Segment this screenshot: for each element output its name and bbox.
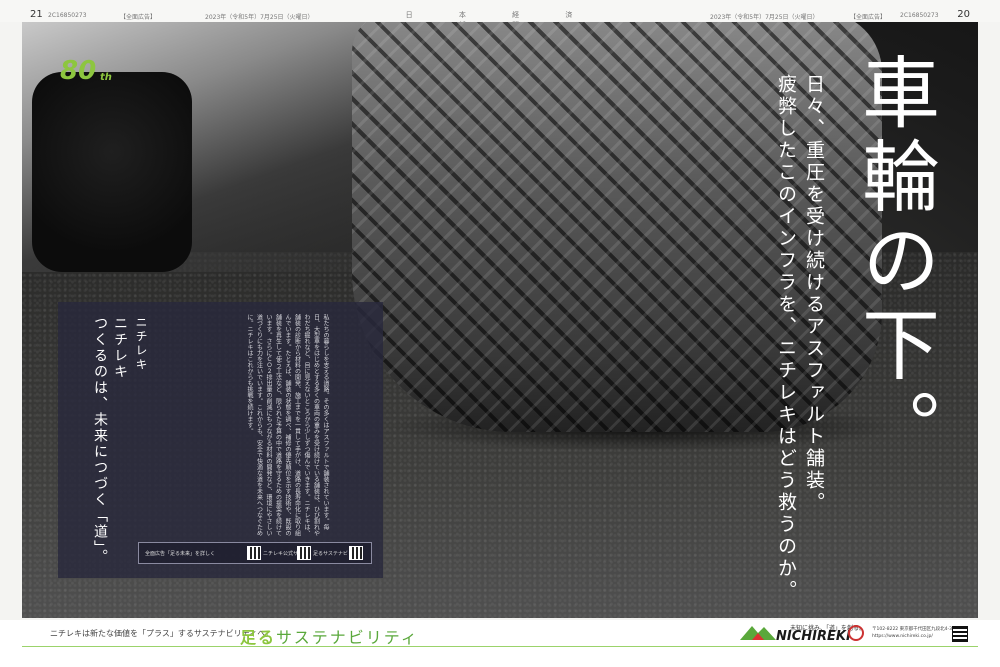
anniversary-number: 80 [60, 56, 97, 86]
company-address: 〒102-8222 東京都千代田区九段北4-3-29 https://www.n… [872, 626, 959, 640]
sustainability-brand: 足るサステナビリティ [240, 624, 419, 648]
body-copy: 私たちの暮らしを支える道路。その多くはアスファルトで舗装されています。毎日、大型… [246, 314, 329, 536]
anniversary-logo: 80 th [60, 56, 118, 90]
code-left: 2C16850273 [48, 12, 87, 19]
qr-code-icon[interactable] [247, 546, 261, 560]
nichireki-logo-icon [740, 626, 776, 640]
anniversary-suffix: th [100, 72, 112, 83]
certification-badge-icon [848, 625, 864, 641]
qr-code-icon[interactable] [297, 546, 311, 560]
page-number-right: 20 [957, 9, 970, 20]
rear-wheel [32, 72, 192, 272]
lead-line-2: 疲弊したこのインフラを、ニチレキはどう救うのか。 [775, 74, 797, 602]
headline: 車輪の下。 [849, 52, 939, 472]
date-right: 2023年（令和5年）7月25日（火曜日） [710, 14, 819, 21]
info-strip: 全面広告「足る未来」を詳しく ニチレキ公式サイト 足るサステナビリティ [138, 542, 372, 564]
info-label: 全面広告「足る未来」を詳しく [145, 551, 216, 557]
logo-text: NICHIREKI [776, 629, 851, 644]
footer: ニチレキは新たな価値を「プラス」するサステナビリティへ。 足るサステナビリティ … [0, 620, 1000, 667]
section-left: 【全面広告】 [120, 14, 157, 21]
copy-panel: つくるのは、未来につづく「道」。 ニチレキ ニチレキ 私たちの暮らしを支える道路… [58, 302, 383, 578]
section-right: 【全面広告】 [850, 14, 887, 21]
newspaper-header: 21 2C16850273 【全面広告】 2023年（令和5年）7月25日（火曜… [0, 0, 1000, 29]
lead-line-1: 日々、重圧を受け続けるアスファルト舗装。 [803, 74, 825, 514]
website-url[interactable]: https://www.nichireki.co.jp/ [872, 633, 959, 640]
footer-divider [22, 646, 978, 647]
footer-qr-code-icon[interactable] [952, 626, 968, 642]
code-right: 2C16850273 [900, 12, 939, 19]
date-left: 2023年（令和5年）7月25日（火曜日） [205, 14, 314, 21]
page-number-left: 21 [30, 9, 43, 20]
brand-text: サステナビリティ [276, 628, 419, 647]
address-line: 〒102-8222 東京都千代田区九段北4-3-29 [872, 627, 960, 632]
brand-mark: 足る [240, 628, 277, 647]
qr-code-icon[interactable] [349, 546, 363, 560]
